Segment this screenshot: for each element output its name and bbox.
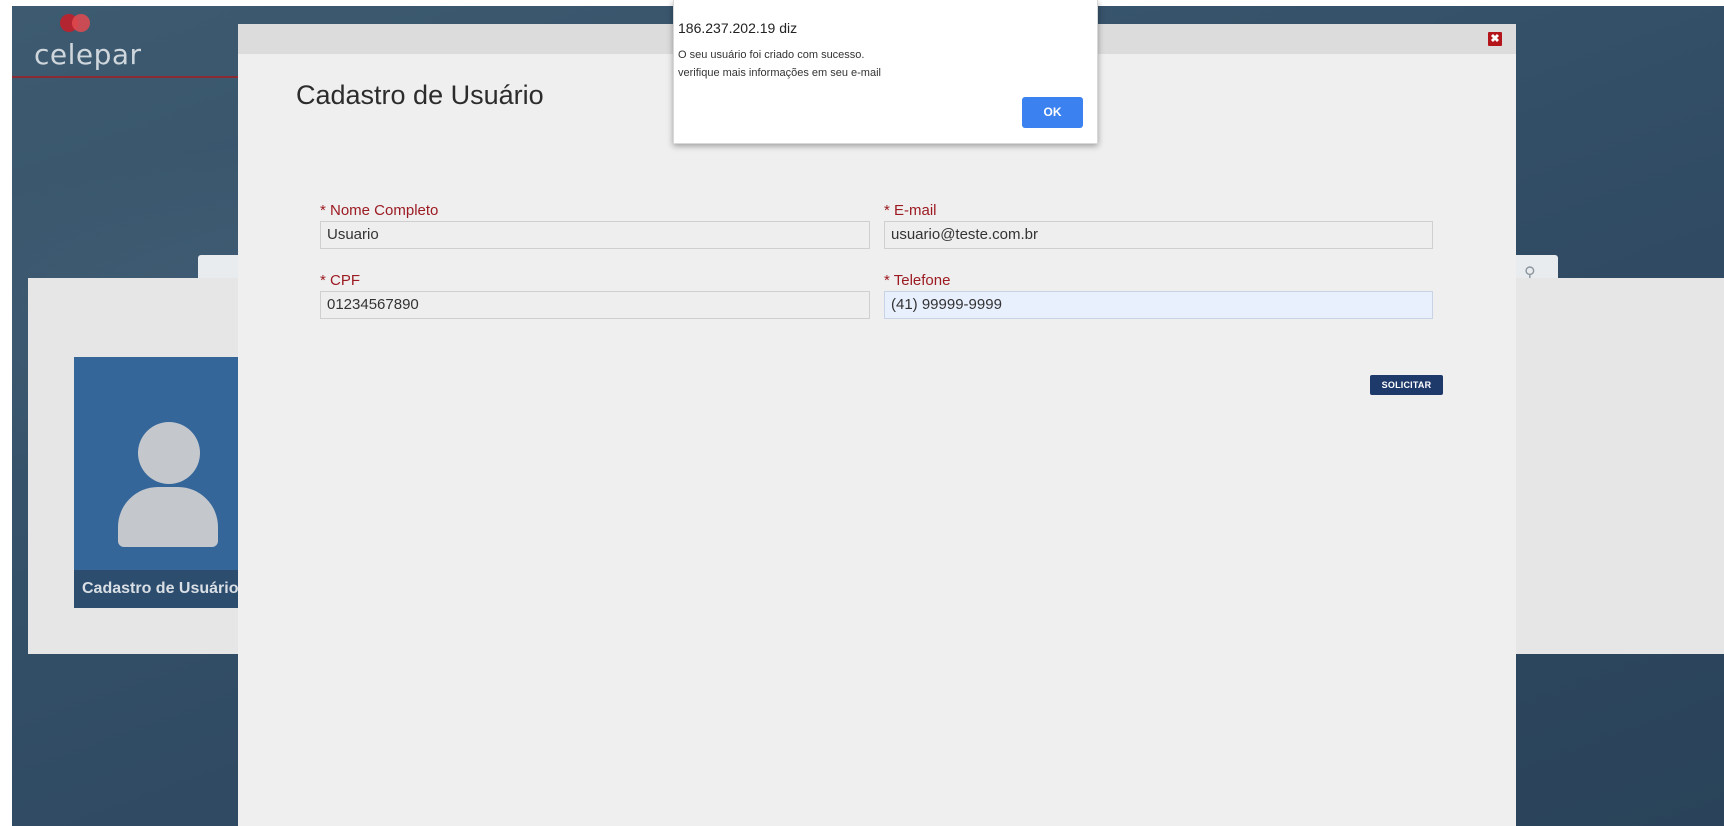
field-nome-completo: * Nome Completo Usuario — [320, 202, 870, 249]
card-label: Cadastro de Usuário — [74, 570, 244, 608]
alert-message-line1: O seu usuário foi criado com sucesso. — [678, 49, 865, 61]
cpf-input[interactable]: 01234567890 — [320, 291, 870, 319]
celepar-logo-icon — [60, 14, 100, 32]
page-title: Cadastro de Usuário — [296, 80, 544, 110]
user-icon-body — [118, 487, 218, 547]
alert-message-line2: verifique mais informações em seu e-mail — [678, 67, 881, 79]
alert-ok-button[interactable]: OK — [1022, 97, 1083, 128]
email-input[interactable]: usuario@teste.com.br — [884, 221, 1433, 249]
cpf-label: * CPF — [320, 272, 361, 289]
cadastro-modal: ✖ Cadastro de Usuário * Nome Completo Us… — [238, 24, 1516, 826]
field-telefone: * Telefone (41) 99999-9999 — [884, 272, 1433, 319]
telefone-label: * Telefone — [884, 272, 951, 289]
alert-origin: 186.237.202.19 diz — [678, 20, 798, 36]
email-label: * E-mail — [884, 202, 937, 219]
telefone-input[interactable]: (41) 99999-9999 — [884, 291, 1433, 319]
nome-input[interactable]: Usuario — [320, 221, 870, 249]
solicitar-button[interactable]: SOLICITAR — [1370, 375, 1443, 395]
logo-dot-right — [72, 14, 90, 32]
nome-label: * Nome Completo — [320, 202, 439, 219]
header-divider — [12, 76, 252, 78]
background-card-cadastro[interactable]: Cadastro de Usuário — [74, 357, 244, 608]
logo-text: celepar — [34, 38, 142, 71]
close-icon[interactable]: ✖ — [1488, 32, 1502, 46]
browser-alert-dialog: 186.237.202.19 diz O seu usuário foi cri… — [673, 0, 1098, 144]
user-icon — [138, 422, 200, 484]
field-cpf: * CPF 01234567890 — [320, 272, 870, 319]
field-email: * E-mail usuario@teste.com.br — [884, 202, 1433, 249]
